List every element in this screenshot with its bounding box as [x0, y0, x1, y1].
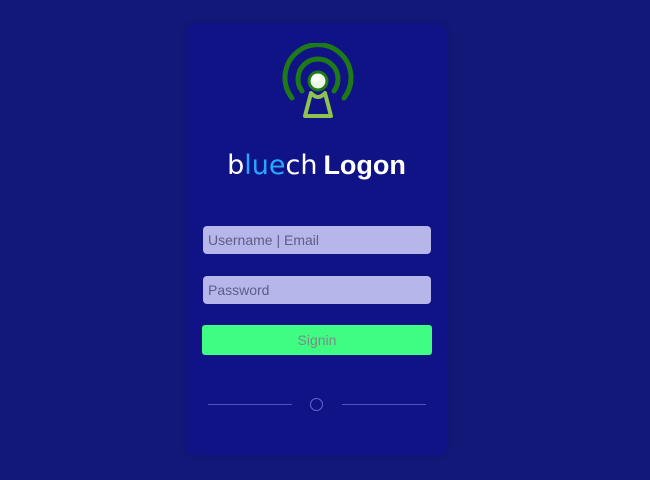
login-card: bluechLogon Signin — [186, 23, 447, 456]
divider-right — [342, 404, 426, 405]
brand-logo-text: bluech — [227, 150, 317, 181]
password-input[interactable] — [203, 276, 431, 304]
divider-left — [208, 404, 292, 405]
brand-text-accent: lue — [244, 150, 286, 181]
circle-spinner-icon — [310, 398, 323, 411]
username-input[interactable] — [203, 226, 431, 254]
logon-heading: Logon — [323, 150, 406, 180]
signin-button[interactable]: Signin — [202, 325, 432, 355]
broadcast-tower-icon — [282, 43, 354, 118]
brand-text-part: ch — [285, 150, 318, 181]
page-title: bluech Logon — [186, 148, 447, 186]
brand-text-part: b — [227, 150, 245, 181]
